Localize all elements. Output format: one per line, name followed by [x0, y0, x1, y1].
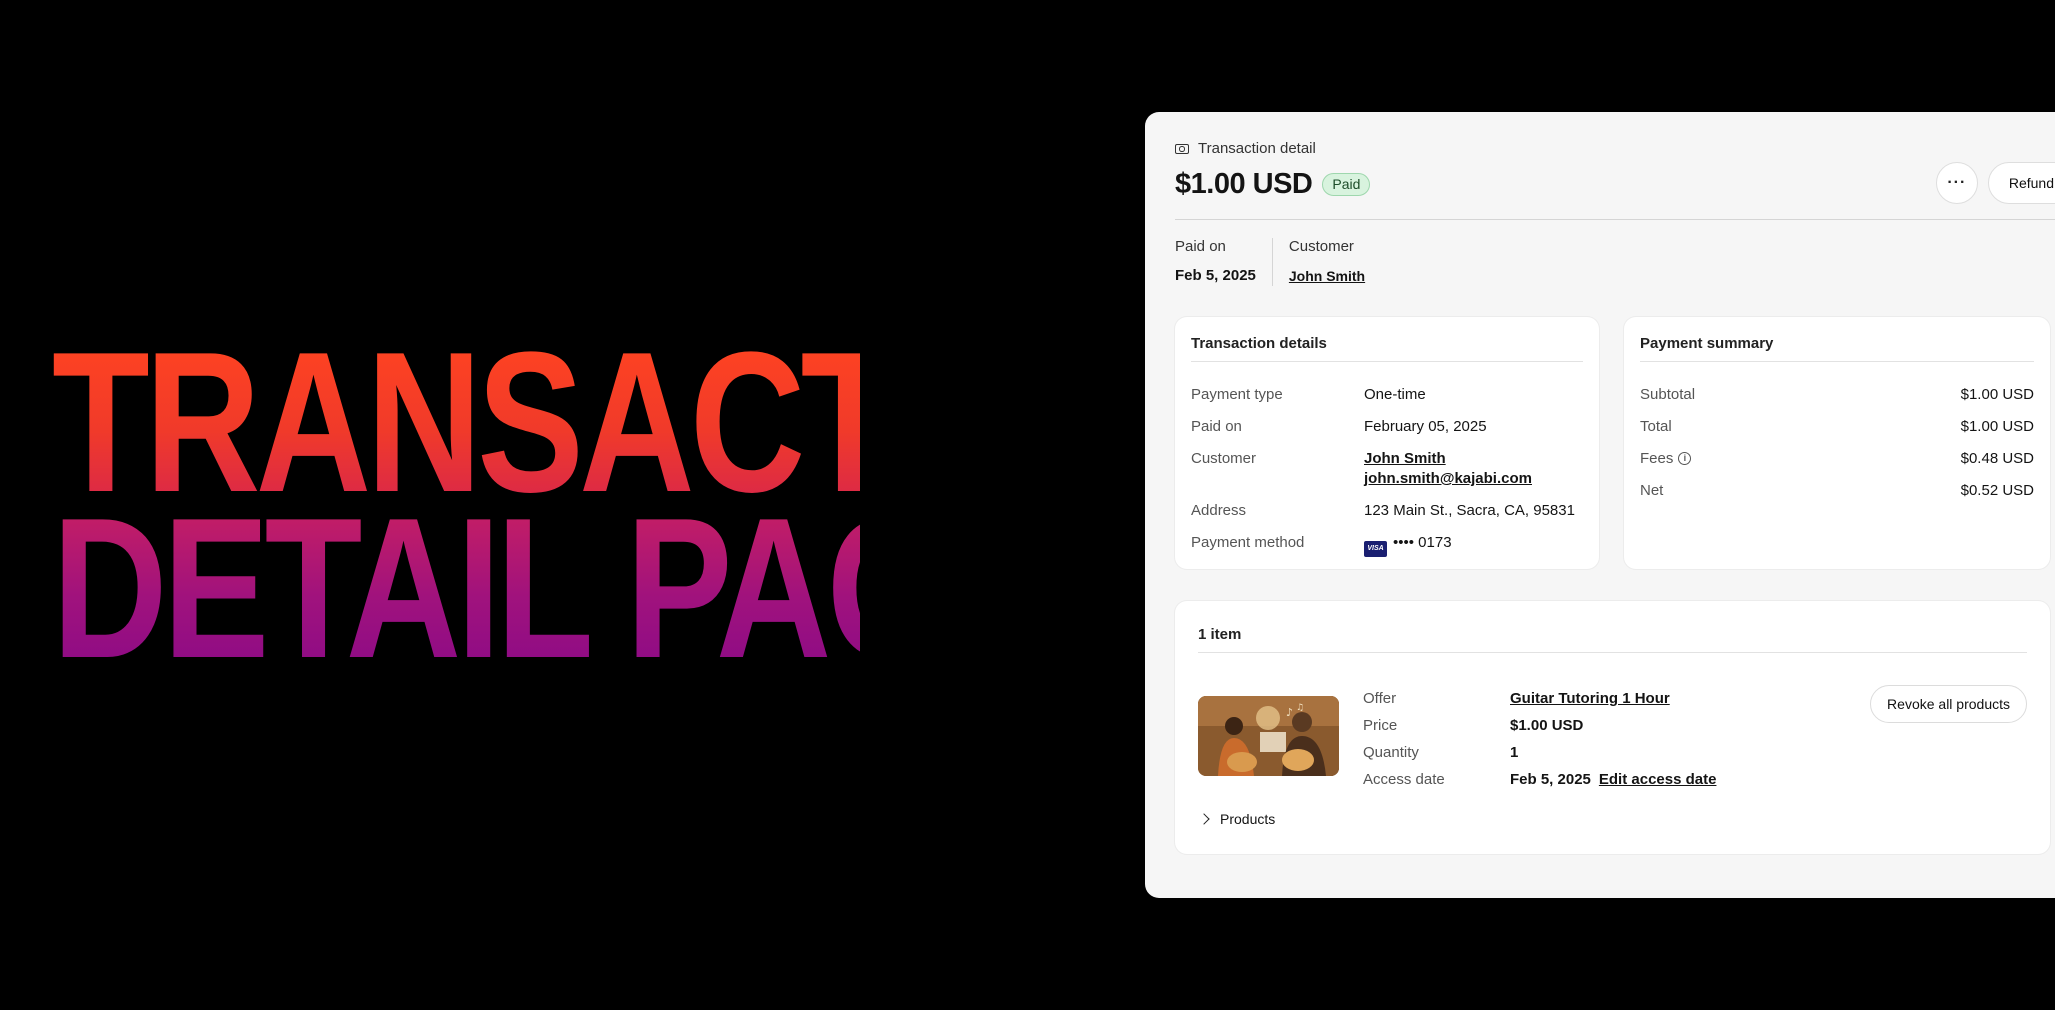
- detail-value: February 05, 2025: [1364, 418, 1487, 435]
- header-divider: [1175, 219, 2055, 220]
- payment-summary-card: Payment summary Subtotal $1.00 USD Total…: [1624, 317, 2050, 569]
- detail-label: Payment type: [1191, 386, 1283, 403]
- detail-value: John Smith john.smith@kajabi.com: [1364, 450, 1532, 487]
- detail-value: VISA •••• 0173: [1364, 534, 1452, 557]
- customer-email-link[interactable]: john.smith@kajabi.com: [1364, 470, 1532, 487]
- item-value: 1: [1510, 744, 1519, 761]
- header-actions: ··· Refund: [1935, 162, 2055, 204]
- card-title: Transaction details: [1191, 335, 1327, 352]
- detail-value: One-time: [1364, 386, 1426, 403]
- card-number: •••• 0173: [1393, 534, 1452, 551]
- summary-value: $0.52 USD: [1960, 482, 2034, 499]
- card-title: Payment summary: [1640, 335, 1774, 352]
- summary-value: $1.00 USD: [1960, 386, 2034, 403]
- cash-icon: [1175, 143, 1189, 154]
- access-date-value: Feb 5, 2025: [1510, 771, 1591, 788]
- transaction-amount: $1.00 USD: [1175, 168, 1313, 200]
- breadcrumb-label: Transaction detail: [1198, 140, 1316, 157]
- detail-label: Address: [1191, 502, 1247, 519]
- hero-headline: TRANSACTION DETAIL PAGE: [52, 323, 1168, 700]
- items-card: 1 item ♪ ♫ Offer Guitar Tutoring 1 Hour: [1175, 601, 2050, 854]
- offer-link[interactable]: Guitar Tutoring 1 Hour: [1510, 690, 1670, 707]
- summary-row-total: Total $1.00 USD: [1640, 418, 2034, 435]
- summary-value: $0.48 USD: [1960, 450, 2034, 467]
- card-divider: [1198, 652, 2027, 653]
- fees-label: Fees: [1640, 450, 1674, 467]
- meta-paid-on: Paid on Feb 5, 2025: [1175, 238, 1272, 286]
- detail-label: Paid on: [1191, 418, 1242, 435]
- item-label: Access date: [1363, 771, 1445, 788]
- item-label: Price: [1363, 717, 1398, 734]
- revoke-all-products-button[interactable]: Revoke all products: [1870, 685, 2027, 723]
- svg-text:♫: ♫: [1296, 703, 1304, 713]
- summary-value: $1.00 USD: [1960, 418, 2034, 435]
- transaction-details-card: Transaction details Payment type One-tim…: [1175, 317, 1599, 569]
- meta-customer-label: Customer: [1288, 238, 1354, 255]
- transaction-panel: Transaction detail $1.00 USD Paid ··· Re…: [1145, 112, 2055, 898]
- card-divider: [1191, 361, 1583, 362]
- meta-customer-link[interactable]: John Smith: [1289, 268, 1365, 284]
- item-label: Quantity: [1363, 744, 1419, 761]
- summary-row-net: Net $0.52 USD: [1640, 482, 2034, 499]
- more-options-button[interactable]: ···: [1935, 162, 1978, 204]
- chevron-right-icon: [1198, 813, 1210, 825]
- item-value: Feb 5, 2025 Edit access date: [1510, 771, 1716, 788]
- transaction-meta: Paid on Feb 5, 2025 Customer John Smith: [1175, 238, 1381, 286]
- meta-paid-on-label: Paid on: [1175, 238, 1226, 255]
- meta-paid-on-value: Feb 5, 2025: [1175, 267, 1256, 284]
- info-icon[interactable]: i: [1678, 452, 1692, 465]
- refund-button[interactable]: Refund: [1987, 162, 2055, 204]
- customer-name-link[interactable]: John Smith: [1364, 450, 1446, 467]
- svg-text:♪: ♪: [1286, 706, 1293, 719]
- detail-label: Customer: [1191, 450, 1257, 467]
- card-divider: [1640, 361, 2034, 362]
- visa-card-icon: VISA: [1364, 541, 1387, 557]
- summary-row-subtotal: Subtotal $1.00 USD: [1640, 386, 2034, 403]
- edit-access-date-link[interactable]: Edit access date: [1599, 771, 1717, 788]
- products-toggle[interactable]: Products: [1198, 811, 1275, 827]
- detail-value: 123 Main St., Sacra, CA, 95831: [1364, 502, 1575, 519]
- detail-label: Payment method: [1191, 534, 1305, 551]
- products-label: Products: [1220, 811, 1276, 827]
- summary-row-fees: Fees i $0.48 USD: [1640, 450, 2034, 467]
- meta-customer: Customer John Smith: [1271, 238, 1381, 286]
- guitar-lesson-image: ♪ ♫: [1198, 696, 1339, 776]
- breadcrumb: Transaction detail: [1175, 140, 1316, 157]
- title-row: $1.00 USD Paid: [1175, 168, 1371, 201]
- item-value: $1.00 USD: [1510, 717, 1584, 734]
- status-badge: Paid: [1322, 173, 1371, 196]
- card-title: 1 item: [1198, 626, 1242, 643]
- item-label: Offer: [1363, 690, 1397, 707]
- offer-thumbnail: ♪ ♫: [1198, 696, 1339, 776]
- hero-line-2: DETAIL PAGE: [52, 477, 1053, 700]
- ellipsis-icon: ···: [1947, 174, 1967, 191]
